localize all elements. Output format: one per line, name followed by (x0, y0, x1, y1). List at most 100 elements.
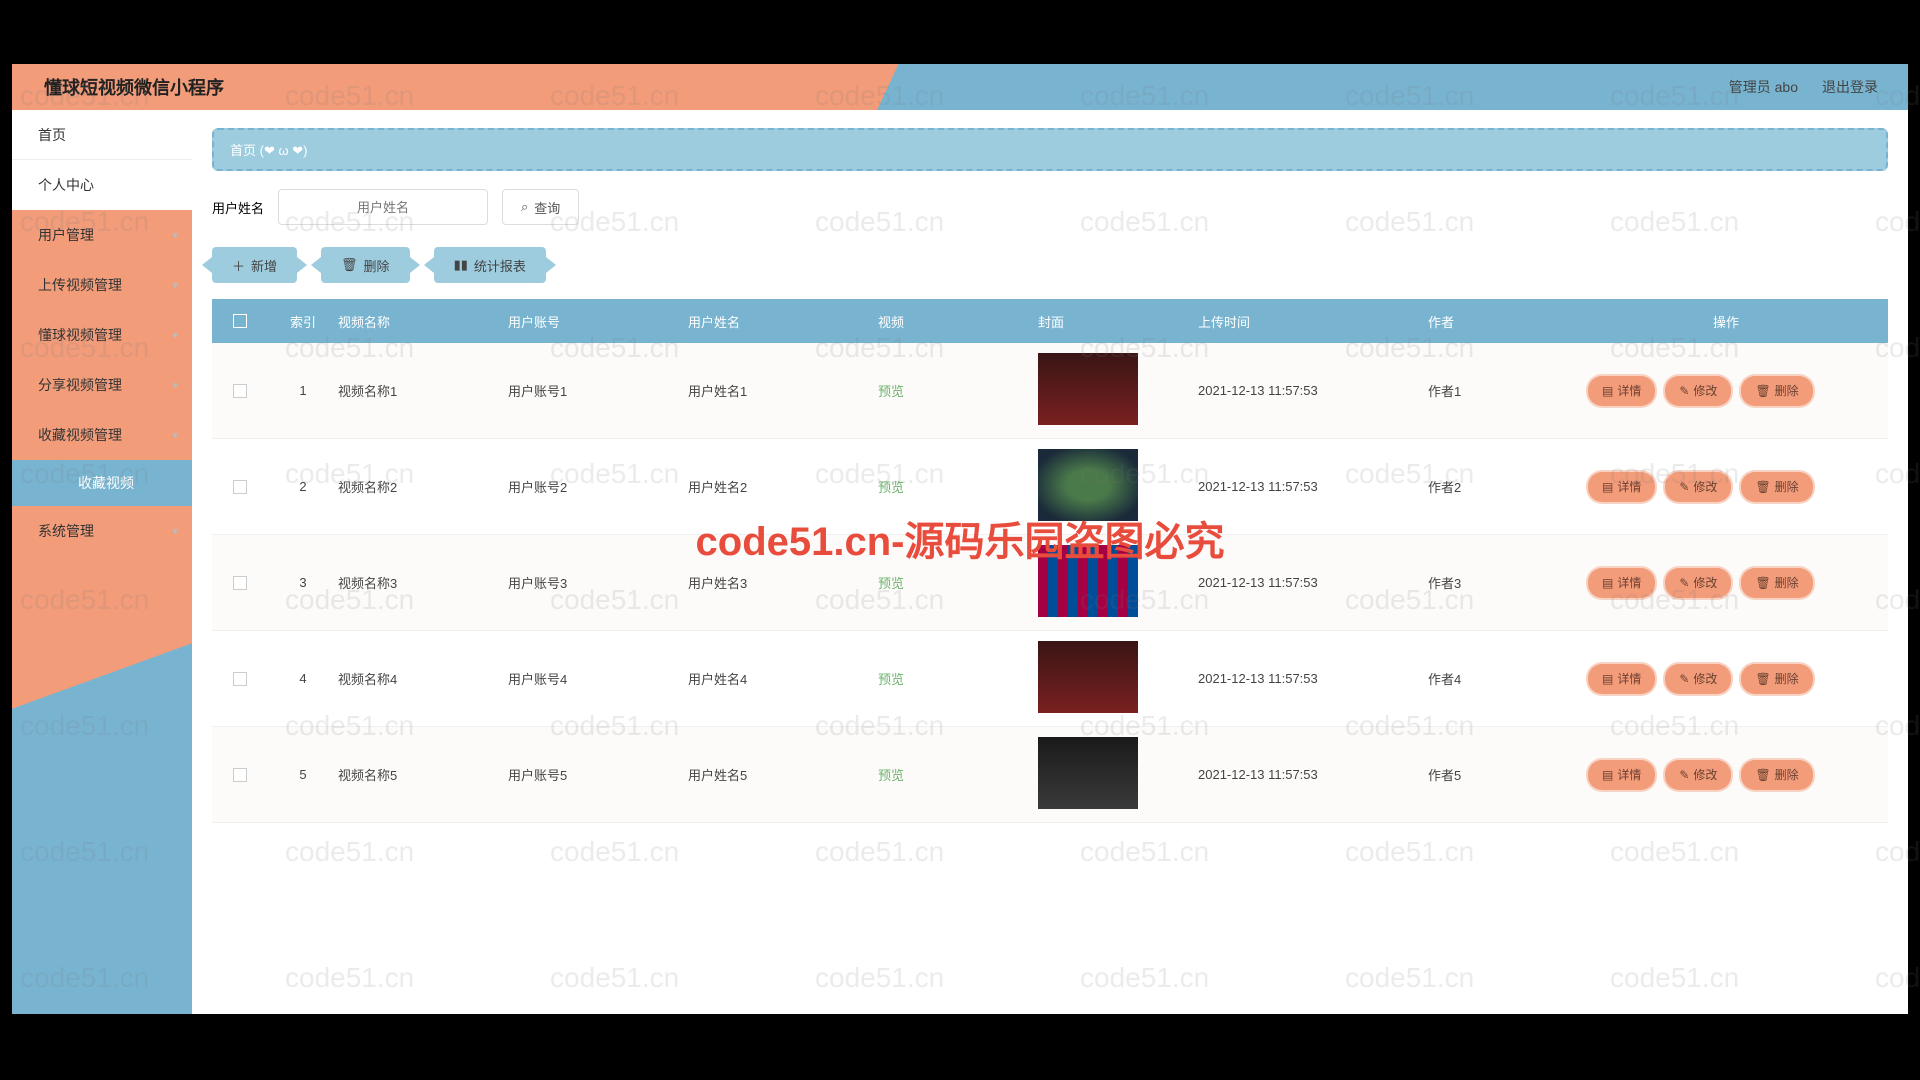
preview-link[interactable]: 预览 (878, 576, 904, 591)
search-button[interactable]: ⌕查询 (502, 189, 579, 225)
preview-link[interactable]: 预览 (878, 672, 904, 687)
sidebar-item-home[interactable]: 首页 (12, 110, 192, 160)
detail-button[interactable]: ▤详情 (1588, 760, 1655, 790)
row-delete-button[interactable]: 🗑删除 (1741, 376, 1812, 406)
cell-author: 作者4 (1428, 669, 1588, 688)
detail-button[interactable]: ▤详情 (1588, 568, 1655, 598)
cell-account: 用户账号3 (508, 573, 688, 592)
cover-thumbnail[interactable] (1038, 449, 1138, 521)
body-wrap: 首页 个人中心 用户管理▾ 上传视频管理▾ 懂球视频管理▾ 分享视频管理▾ 收藏… (12, 110, 1908, 1014)
cover-thumbnail[interactable] (1038, 545, 1138, 617)
cover-thumbnail[interactable] (1038, 641, 1138, 713)
cell-account: 用户账号4 (508, 669, 688, 688)
button-label: 新增 (251, 256, 277, 275)
sidebar-item-favorite[interactable]: 收藏视频管理▾ (12, 410, 192, 460)
cell-time: 2021-12-13 11:57:53 (1198, 383, 1428, 398)
chevron-down-icon: ▾ (172, 229, 178, 242)
edit-icon: ✎ (1679, 672, 1689, 686)
row-checkbox[interactable] (233, 576, 247, 590)
cell-name: 视频名称1 (338, 381, 508, 400)
chart-icon: ▮▮ (454, 257, 468, 273)
col-ops: 操作 (1588, 312, 1888, 331)
cell-time: 2021-12-13 11:57:53 (1198, 479, 1428, 494)
sidebar-item-system[interactable]: 系统管理 ▾ (12, 506, 192, 556)
cell-account: 用户账号5 (508, 765, 688, 784)
sidebar-item-label: 首页 (38, 125, 66, 145)
trash-icon: 🗑 (1755, 576, 1770, 590)
cell-name: 视频名称2 (338, 477, 508, 496)
cell-username: 用户姓名4 (688, 669, 878, 688)
row-delete-button[interactable]: 🗑删除 (1741, 760, 1812, 790)
sidebar-item-label: 收藏视频 (78, 473, 134, 493)
sidebar-item-upload[interactable]: 上传视频管理 ▾ (12, 260, 192, 310)
detail-button[interactable]: ▤详情 (1588, 664, 1655, 694)
edit-button[interactable]: ✎修改 (1665, 568, 1731, 598)
search-label: 用户姓名 (212, 198, 264, 217)
chevron-down-icon: ▾ (172, 525, 178, 538)
plus-icon: ＋ (232, 256, 245, 275)
cell-author: 作者2 (1428, 477, 1588, 496)
chevron-down-icon: ▾ (172, 379, 178, 392)
preview-link[interactable]: 预览 (878, 384, 904, 399)
row-delete-button[interactable]: 🗑删除 (1741, 664, 1812, 694)
col-time: 上传时间 (1198, 312, 1428, 331)
table-body: 1视频名称1用户账号1用户姓名1预览2021-12-13 11:57:53作者1… (212, 343, 1888, 823)
sidebar-item-label: 懂球视频管理 (38, 325, 122, 345)
preview-link[interactable]: 预览 (878, 768, 904, 783)
sidebar-item-label: 系统管理 (38, 521, 94, 541)
admin-label[interactable]: 管理员 abo (1729, 77, 1798, 97)
col-account: 用户账号 (508, 312, 688, 331)
sidebar-item-users[interactable]: 用户管理▾ (12, 210, 192, 260)
sidebar-item-profile[interactable]: 个人中心 (12, 160, 192, 210)
button-label: 统计报表 (474, 256, 526, 275)
edit-button[interactable]: ✎修改 (1665, 760, 1731, 790)
add-button[interactable]: ＋ 新增 (212, 247, 297, 283)
cell-author: 作者5 (1428, 765, 1588, 784)
cell-index: 4 (268, 671, 338, 686)
row-checkbox[interactable] (233, 480, 247, 494)
table-row: 3视频名称3用户账号3用户姓名3预览2021-12-13 11:57:53作者3… (212, 535, 1888, 631)
sidebar-item-label: 上传视频管理 (38, 275, 122, 295)
row-delete-button[interactable]: 🗑删除 (1741, 472, 1812, 502)
cell-time: 2021-12-13 11:57:53 (1198, 767, 1428, 782)
edit-button[interactable]: ✎修改 (1665, 376, 1731, 406)
row-checkbox[interactable] (233, 384, 247, 398)
chevron-down-icon: ▾ (172, 279, 178, 292)
crumb-home[interactable]: 首页 (230, 143, 256, 158)
delete-button[interactable]: 🗑删除 (321, 247, 410, 283)
edit-button[interactable]: ✎修改 (1665, 664, 1731, 694)
trash-icon: 🗑 (1755, 480, 1770, 494)
sidebar-item-football[interactable]: 懂球视频管理▾ (12, 310, 192, 360)
doc-icon: ▤ (1602, 672, 1613, 686)
preview-link[interactable]: 预览 (878, 480, 904, 495)
sidebar-item-label: 收藏视频管理 (38, 425, 122, 445)
cell-name: 视频名称3 (338, 573, 508, 592)
cell-author: 作者1 (1428, 381, 1588, 400)
data-table: 索引 视频名称 用户账号 用户姓名 视频 封面 上传时间 作者 操作 1视频名称… (212, 299, 1888, 823)
topbar: 懂球短视频微信小程序 管理员 abo 退出登录 (12, 64, 1908, 110)
report-button[interactable]: ▮▮ 统计报表 (434, 247, 546, 283)
row-checkbox[interactable] (233, 768, 247, 782)
col-video: 视频 (878, 312, 1038, 331)
cell-index: 5 (268, 767, 338, 782)
table-row: 2视频名称2用户账号2用户姓名2预览2021-12-13 11:57:53作者2… (212, 439, 1888, 535)
breadcrumb: 首页 (❤ ω ❤) (212, 128, 1888, 171)
sidebar-item-share[interactable]: 分享视频管理▾ (12, 360, 192, 410)
edit-icon: ✎ (1679, 576, 1689, 590)
detail-button[interactable]: ▤详情 (1588, 376, 1655, 406)
col-author: 作者 (1428, 312, 1588, 331)
cover-thumbnail[interactable] (1038, 737, 1138, 809)
detail-button[interactable]: ▤详情 (1588, 472, 1655, 502)
row-delete-button[interactable]: 🗑删除 (1741, 568, 1812, 598)
edit-button[interactable]: ✎修改 (1665, 472, 1731, 502)
search-input[interactable] (278, 189, 488, 225)
cover-thumbnail[interactable] (1038, 353, 1138, 425)
trash-icon: 🗑 (1755, 768, 1770, 782)
sidebar-sub-favorite-video[interactable]: 收藏视频 (12, 460, 192, 506)
toolbar: ＋ 新增 🗑删除 ▮▮ 统计报表 (212, 247, 1888, 283)
sidebar: 首页 个人中心 用户管理▾ 上传视频管理▾ 懂球视频管理▾ 分享视频管理▾ 收藏… (12, 110, 192, 1014)
select-all-checkbox[interactable] (233, 314, 247, 328)
logout-link[interactable]: 退出登录 (1822, 77, 1878, 97)
row-checkbox[interactable] (233, 672, 247, 686)
edit-icon: ✎ (1679, 480, 1689, 494)
